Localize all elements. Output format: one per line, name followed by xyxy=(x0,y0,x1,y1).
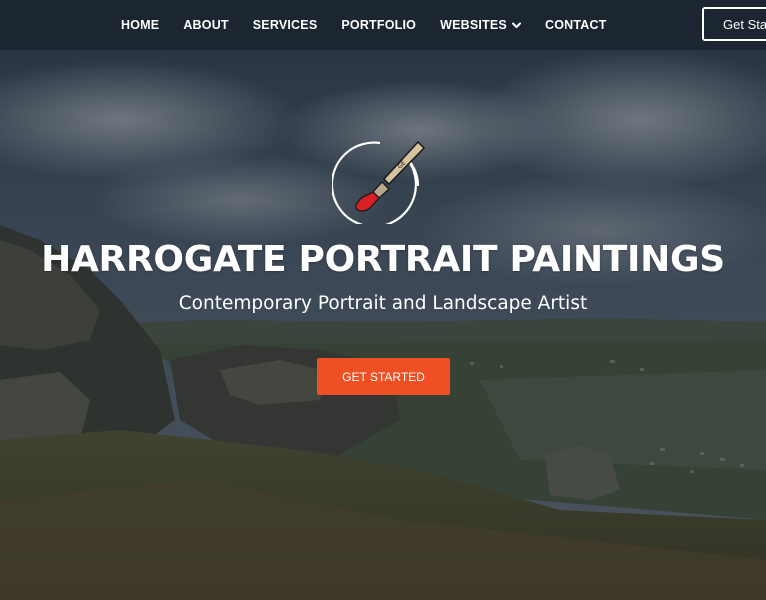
nav-item-label: PORTFOLIO xyxy=(341,18,417,32)
nav-item-portfolio[interactable]: PORTFOLIO xyxy=(341,18,416,32)
nav-menu: HOME ABOUT SERVICES PORTFOLIO WEBSITES C… xyxy=(121,0,631,50)
nav-item-label: SERVICES xyxy=(252,18,318,32)
nav-item-label: WEBSITES xyxy=(440,18,507,32)
get-started-button[interactable]: GET STARTED xyxy=(317,358,450,395)
nav-item-about[interactable]: ABOUT xyxy=(183,18,228,32)
nav-item-services[interactable]: SERVICES xyxy=(253,18,318,32)
nav-item-contact[interactable]: CONTACT xyxy=(545,18,607,32)
nav-cta-label: Get Started xyxy=(723,16,766,32)
nav-item-label: ABOUT xyxy=(183,18,229,32)
nav-item-home[interactable]: HOME xyxy=(121,18,159,32)
top-navbar: HOME ABOUT SERVICES PORTFOLIO WEBSITES C… xyxy=(0,0,766,50)
chevron-down-icon xyxy=(511,22,521,29)
paintbrush-icon: GE xyxy=(332,140,426,224)
hero-title: HARROGATE PORTRAIT PAINTINGS xyxy=(41,239,725,280)
nav-item-label: HOME xyxy=(121,18,160,32)
nav-item-label: CONTACT xyxy=(544,18,607,32)
nav-item-websites[interactable]: WEBSITES xyxy=(440,18,521,32)
get-started-label: GET STARTED xyxy=(342,369,425,384)
hero-subtitle: Contemporary Portrait and Landscape Arti… xyxy=(178,293,588,314)
get-started-nav-button[interactable]: Get Started xyxy=(702,7,766,41)
